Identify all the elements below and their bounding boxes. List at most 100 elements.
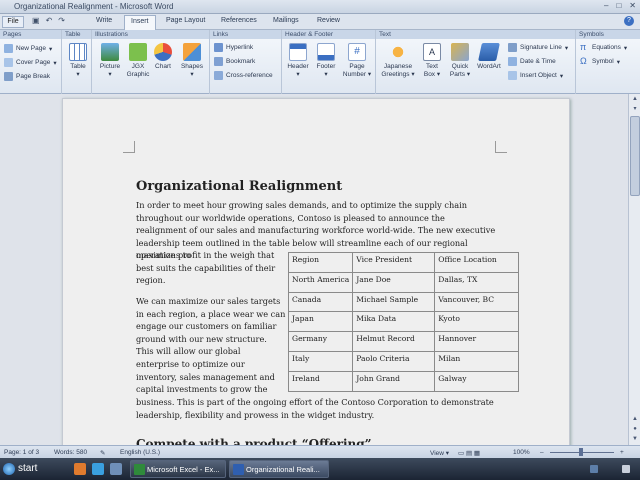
taskbar: start Microsoft Excel - Ex... Organizati… bbox=[0, 458, 640, 480]
maximize-icon[interactable]: □ bbox=[616, 1, 621, 10]
group-text: Text Japanese Greetings ▾ A Text Box ▾ Qui… bbox=[376, 30, 576, 94]
windows-logo-icon bbox=[3, 463, 15, 475]
network-icon[interactable] bbox=[590, 465, 598, 473]
start-button[interactable]: start bbox=[0, 458, 50, 480]
group-label: Links bbox=[210, 30, 281, 39]
document-area[interactable]: Organizational Realignment In order to m… bbox=[0, 94, 628, 445]
word-count[interactable]: Words: 580 bbox=[54, 449, 87, 456]
group-label: Header & Footer bbox=[282, 30, 375, 39]
page-number-button[interactable]: # Page Number ▾ bbox=[342, 43, 372, 79]
header-button[interactable]: Header ▾ bbox=[284, 43, 312, 79]
tab-mailings[interactable]: Mailings bbox=[273, 17, 299, 24]
paragraph-maximize: We can maximize our sales targets in eac… bbox=[136, 296, 286, 395]
zoom-slider-thumb[interactable] bbox=[579, 448, 583, 456]
show-desktop-icon[interactable] bbox=[622, 465, 630, 473]
language-status[interactable]: English (U.S.) bbox=[120, 449, 160, 456]
group-label: Symbols bbox=[576, 30, 640, 39]
insert-object-button[interactable]: Insert Object ▾ bbox=[508, 71, 563, 80]
redo-icon[interactable]: ↷ bbox=[58, 16, 65, 25]
table-cell: Paolo Criteria bbox=[352, 350, 436, 372]
page-count[interactable]: Page: 1 of 3 bbox=[4, 449, 39, 456]
scroll-up-icon[interactable]: ▲ bbox=[630, 94, 640, 104]
file-menu-button[interactable]: File bbox=[2, 16, 24, 28]
footer-button[interactable]: Footer ▾ bbox=[312, 43, 340, 79]
table-row: Ireland John Grand Galway bbox=[287, 370, 520, 392]
cover-page-icon bbox=[4, 58, 13, 67]
vertical-scrollbar[interactable]: ▲ ▾ ▲ ● ▼ bbox=[628, 94, 640, 445]
quick-launch-icon[interactable] bbox=[74, 463, 86, 475]
hyperlink-button[interactable]: Hyperlink bbox=[214, 43, 253, 52]
task-word[interactable]: Organizational Reali... bbox=[229, 460, 329, 478]
status-bar: Page: 1 of 3 Words: 580 ✎ English (U.S.)… bbox=[0, 445, 640, 458]
help-icon[interactable]: ? bbox=[624, 16, 634, 26]
excel-icon bbox=[134, 464, 145, 475]
symbol-button[interactable]: Ω Symbol ▾ bbox=[580, 57, 620, 66]
picture-button[interactable]: Picture ▾ bbox=[96, 43, 124, 79]
view-selector[interactable]: View ▾ bbox=[430, 449, 449, 457]
group-symbols: Symbols π Equations ▾ Ω Symbol ▾ bbox=[576, 30, 640, 94]
quick-launch-icon[interactable] bbox=[92, 463, 104, 475]
browse-object-icon[interactable]: ● bbox=[630, 424, 640, 434]
tab-write[interactable]: Write bbox=[96, 17, 112, 24]
crop-mark bbox=[123, 141, 135, 153]
document-page[interactable]: Organizational Realignment In order to m… bbox=[62, 98, 570, 445]
undo-icon[interactable]: ↶ bbox=[46, 16, 53, 25]
quick-launch-icon[interactable] bbox=[110, 463, 122, 475]
save-icon[interactable]: ▣ bbox=[32, 16, 40, 25]
quick-parts-button[interactable]: Quick Parts ▾ bbox=[446, 43, 474, 79]
bookmark-icon bbox=[214, 57, 223, 66]
tab-insert[interactable]: Insert bbox=[124, 15, 156, 30]
chart-button[interactable]: Chart bbox=[152, 43, 174, 71]
leadership-table: Region Vice President Office Location No… bbox=[287, 252, 520, 392]
hyperlink-icon bbox=[214, 43, 223, 52]
wordart-icon bbox=[478, 43, 500, 61]
zoom-out-icon[interactable]: – bbox=[540, 449, 544, 456]
insert-object-icon bbox=[508, 71, 517, 80]
tab-references[interactable]: References bbox=[221, 17, 257, 24]
group-illustrations: Illustrations Picture ▾ JGX Graphic Chart … bbox=[92, 30, 210, 94]
view-buttons[interactable]: ▭ ▤ ▦ bbox=[458, 449, 480, 457]
signature-line-button[interactable]: Signature Line ▾ bbox=[508, 43, 568, 52]
table-cell: Jane Doe bbox=[352, 271, 436, 293]
date-time-button[interactable]: Date & Time bbox=[508, 57, 556, 66]
page-break-button[interactable]: Page Break bbox=[4, 72, 50, 81]
new-page-icon bbox=[4, 44, 13, 53]
proofing-icon[interactable]: ✎ bbox=[100, 449, 105, 457]
jgx-graphic-button[interactable]: JGX Graphic bbox=[126, 43, 150, 79]
tab-page-layout[interactable]: Page Layout bbox=[166, 17, 205, 24]
japanese-greetings-icon bbox=[389, 43, 407, 61]
wordart-button[interactable]: WordArt bbox=[474, 43, 504, 71]
tab-review[interactable]: Review bbox=[317, 17, 340, 24]
shapes-icon bbox=[183, 43, 201, 61]
table-cell: Japan bbox=[287, 311, 354, 333]
cover-page-button[interactable]: Cover Page ▾ bbox=[4, 58, 57, 67]
shapes-button[interactable]: Shapes ▾ bbox=[178, 43, 206, 79]
table-icon bbox=[69, 43, 87, 61]
japanese-greetings-button[interactable]: Japanese Greetings ▾ bbox=[378, 43, 418, 79]
next-page-icon[interactable]: ▼ bbox=[630, 434, 640, 444]
equations-button[interactable]: π Equations ▾ bbox=[580, 43, 627, 52]
zoom-level[interactable]: 100% bbox=[513, 449, 530, 456]
ruler-toggle-icon[interactable]: ▾ bbox=[630, 104, 640, 114]
group-pages: Pages New Page ▾ Cover Page ▾ Page Break bbox=[0, 30, 62, 94]
table-header-cell: Region bbox=[287, 252, 354, 273]
text-box-button[interactable]: A Text Box ▾ bbox=[420, 43, 444, 79]
table-button[interactable]: Table ▾ bbox=[66, 43, 90, 79]
group-label: Illustrations bbox=[92, 30, 209, 39]
prev-page-icon[interactable]: ▲ bbox=[630, 414, 640, 424]
task-excel[interactable]: Microsoft Excel - Ex... bbox=[130, 460, 226, 478]
system-tray[interactable] bbox=[584, 458, 640, 480]
scroll-thumb[interactable] bbox=[630, 116, 640, 196]
window-title: Organizational Realignment - Microsoft W… bbox=[14, 2, 174, 11]
table-cell: Michael Sample bbox=[352, 291, 436, 313]
new-page-button[interactable]: New Page ▾ bbox=[4, 44, 52, 53]
group-table: Table Table ▾ bbox=[62, 30, 92, 94]
cross-reference-button[interactable]: Cross-reference bbox=[214, 71, 273, 80]
jgx-graphic-icon bbox=[129, 43, 147, 61]
table-row: Japan Mika Data Kyoto bbox=[287, 311, 520, 333]
bookmark-button[interactable]: Bookmark bbox=[214, 57, 255, 66]
close-icon[interactable]: ✕ bbox=[629, 1, 636, 10]
minimize-icon[interactable]: – bbox=[604, 1, 608, 10]
zoom-in-icon[interactable]: + bbox=[620, 449, 624, 456]
table-cell: Hannover bbox=[434, 331, 520, 352]
